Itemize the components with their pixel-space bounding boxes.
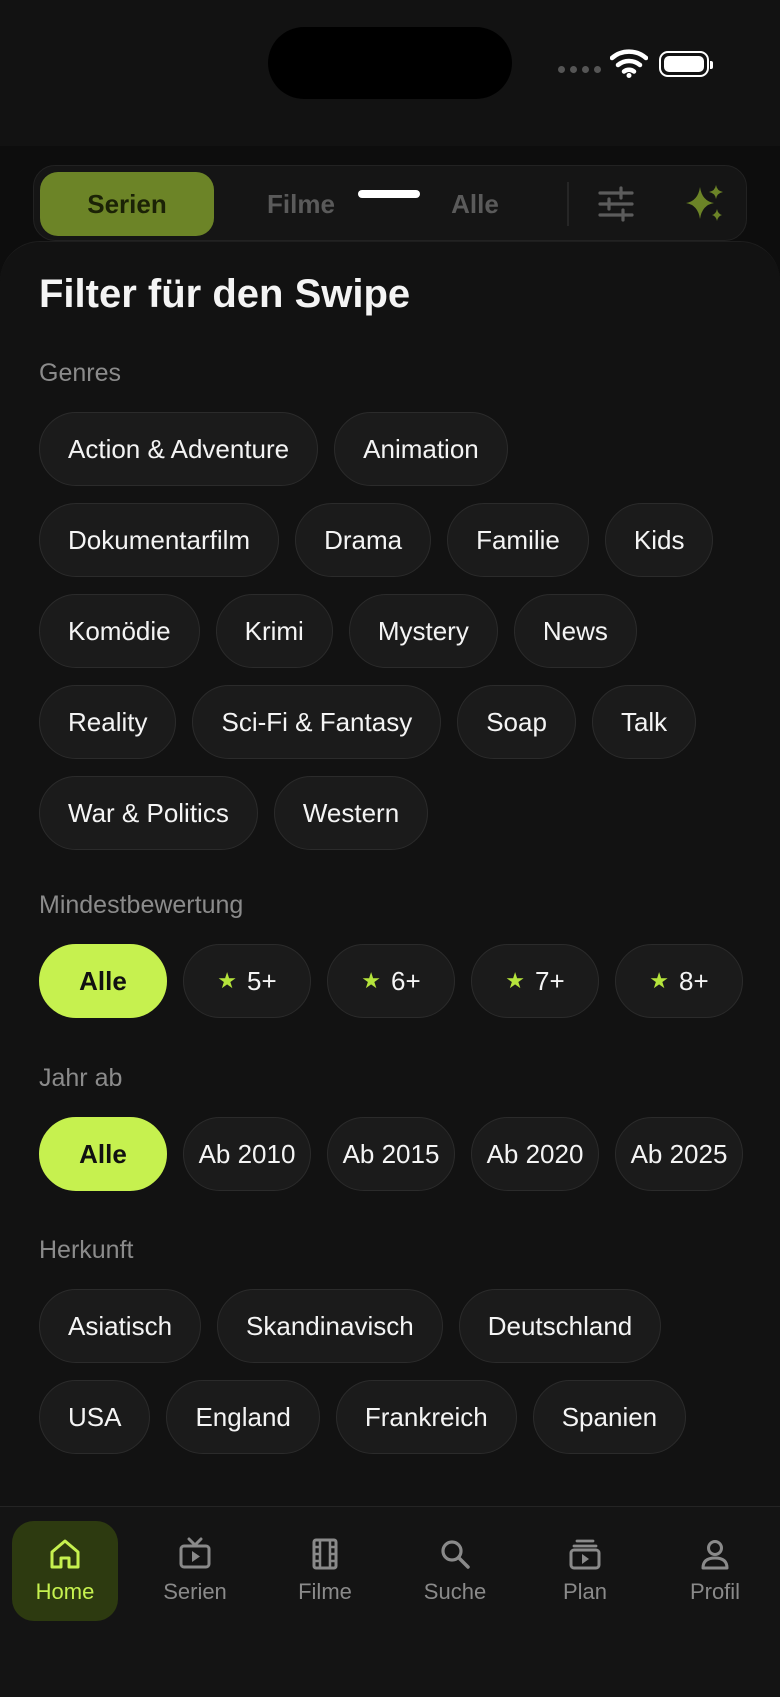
year-chip-all[interactable]: Alle <box>39 1117 167 1191</box>
tab-label: Serien <box>163 1579 227 1604</box>
filter-sheet: Filter für den Swipe Genres Action & Adv… <box>0 241 780 1507</box>
tab-label: Home <box>35 1579 95 1604</box>
tab-plan[interactable]: Plan <box>532 1521 638 1621</box>
genre-chip[interactable]: Dokumentarfilm <box>39 503 280 577</box>
rating-value: 7+ <box>535 965 565 996</box>
segment-alle[interactable]: Alle <box>388 172 562 236</box>
profile-icon <box>701 1540 729 1570</box>
year-label: Jahr ab <box>39 1064 123 1092</box>
rating-label: Mindestbewertung <box>39 891 244 919</box>
genres-label: Genres <box>39 359 121 387</box>
tab-label: Suche <box>423 1579 487 1604</box>
tab-label: Profil <box>689 1579 741 1604</box>
genre-chip[interactable]: News <box>513 594 637 668</box>
year-chip[interactable]: Ab 2010 <box>183 1117 311 1191</box>
search-icon <box>441 1540 470 1569</box>
tab-home[interactable]: Home <box>12 1521 118 1621</box>
genre-chip[interactable]: Animation <box>334 412 508 486</box>
bottom-tab-bar: Home Serien Filme Suche Plan Profil <box>0 1506 780 1697</box>
status-bar <box>0 0 780 146</box>
tab-label: Filme <box>298 1579 352 1604</box>
film-icon <box>312 1538 338 1570</box>
rating-chip[interactable]: ★ 6+ <box>327 944 455 1018</box>
origin-chip[interactable]: USA <box>39 1380 151 1454</box>
sheet-drag-handle[interactable] <box>358 190 420 198</box>
star-icon: ★ <box>217 968 238 993</box>
origin-label: Herkunft <box>39 1236 134 1264</box>
cellular-signal-icon <box>558 66 601 73</box>
genres-row-2: Dokumentarfilm Drama Familie Kids <box>39 503 714 577</box>
year-chip[interactable]: Ab 2015 <box>327 1117 455 1191</box>
origin-chip[interactable]: Skandinavisch <box>217 1289 443 1363</box>
year-chip[interactable]: Ab 2020 <box>471 1117 599 1191</box>
genre-chip[interactable]: Sci-Fi & Fantasy <box>192 685 442 759</box>
genres-row-1: Action & Adventure Animation <box>39 412 508 486</box>
tab-suche[interactable]: Suche <box>402 1521 508 1621</box>
origin-chip[interactable]: Spanien <box>532 1380 687 1454</box>
sparkle-icon[interactable] <box>682 183 726 225</box>
genre-chip[interactable]: Western <box>273 776 429 850</box>
genre-chip[interactable]: Kids <box>604 503 714 577</box>
origin-row-2: USA England Frankreich Spanien <box>39 1380 687 1454</box>
segment-filme[interactable]: Filme <box>214 172 388 236</box>
wifi-icon <box>610 49 648 78</box>
genre-chip[interactable]: Action & Adventure <box>39 412 319 486</box>
origin-chip[interactable]: Deutschland <box>458 1289 662 1363</box>
rating-row: Alle ★ 5+ ★ 6+ ★ 7+ ★ 8+ <box>39 944 743 1018</box>
rating-chip[interactable]: ★ 7+ <box>471 944 599 1018</box>
genre-chip[interactable]: Mystery <box>348 594 498 668</box>
origin-row-1: Asiatisch Skandinavisch Deutschland <box>39 1289 662 1363</box>
segment-divider <box>567 182 569 226</box>
genre-chip[interactable]: Reality <box>39 685 177 759</box>
rating-chip-all[interactable]: Alle <box>39 944 167 1018</box>
genre-chip[interactable]: Komödie <box>39 594 200 668</box>
year-chip[interactable]: Ab 2025 <box>615 1117 743 1191</box>
tab-profil[interactable]: Profil <box>662 1521 768 1621</box>
genre-chip[interactable]: Krimi <box>215 594 333 668</box>
genres-row-3: Komödie Krimi Mystery News <box>39 594 637 668</box>
genre-chip[interactable]: Soap <box>457 685 576 759</box>
origin-chip[interactable]: England <box>166 1380 320 1454</box>
genres-row-5: War & Politics Western <box>39 776 429 850</box>
star-icon: ★ <box>361 968 382 993</box>
year-row: Alle Ab 2010 Ab 2015 Ab 2020 Ab 2025 <box>39 1117 743 1191</box>
rating-value: 6+ <box>391 965 421 996</box>
origin-chip[interactable]: Asiatisch <box>39 1289 202 1363</box>
filter-sliders-icon[interactable] <box>597 186 635 222</box>
genre-chip[interactable]: Familie <box>447 503 589 577</box>
star-icon: ★ <box>505 968 526 993</box>
rating-value: 5+ <box>247 965 277 996</box>
content-type-segmented-control: Serien Filme Alle <box>33 165 747 241</box>
stacked-media-icon <box>569 1539 601 1570</box>
genre-chip[interactable]: Drama <box>295 503 432 577</box>
origin-chip[interactable]: Frankreich <box>335 1380 517 1454</box>
sheet-title: Filter für den Swipe <box>39 272 411 316</box>
tv-icon <box>179 1537 211 1569</box>
star-icon: ★ <box>649 968 670 993</box>
tab-filme[interactable]: Filme <box>272 1521 378 1621</box>
genre-chip[interactable]: Talk <box>591 685 697 759</box>
rating-value: 8+ <box>679 965 709 996</box>
home-icon <box>50 1539 80 1569</box>
rating-chip[interactable]: ★ 8+ <box>615 944 743 1018</box>
segment-serien[interactable]: Serien <box>40 172 214 236</box>
tab-label: Plan <box>562 1579 608 1604</box>
battery-icon <box>659 51 713 77</box>
rating-chip[interactable]: ★ 5+ <box>183 944 311 1018</box>
genres-row-4: Reality Sci-Fi & Fantasy Soap Talk <box>39 685 697 759</box>
tab-serien[interactable]: Serien <box>142 1521 248 1621</box>
genre-chip[interactable]: War & Politics <box>39 776 258 850</box>
dynamic-island <box>268 27 512 99</box>
